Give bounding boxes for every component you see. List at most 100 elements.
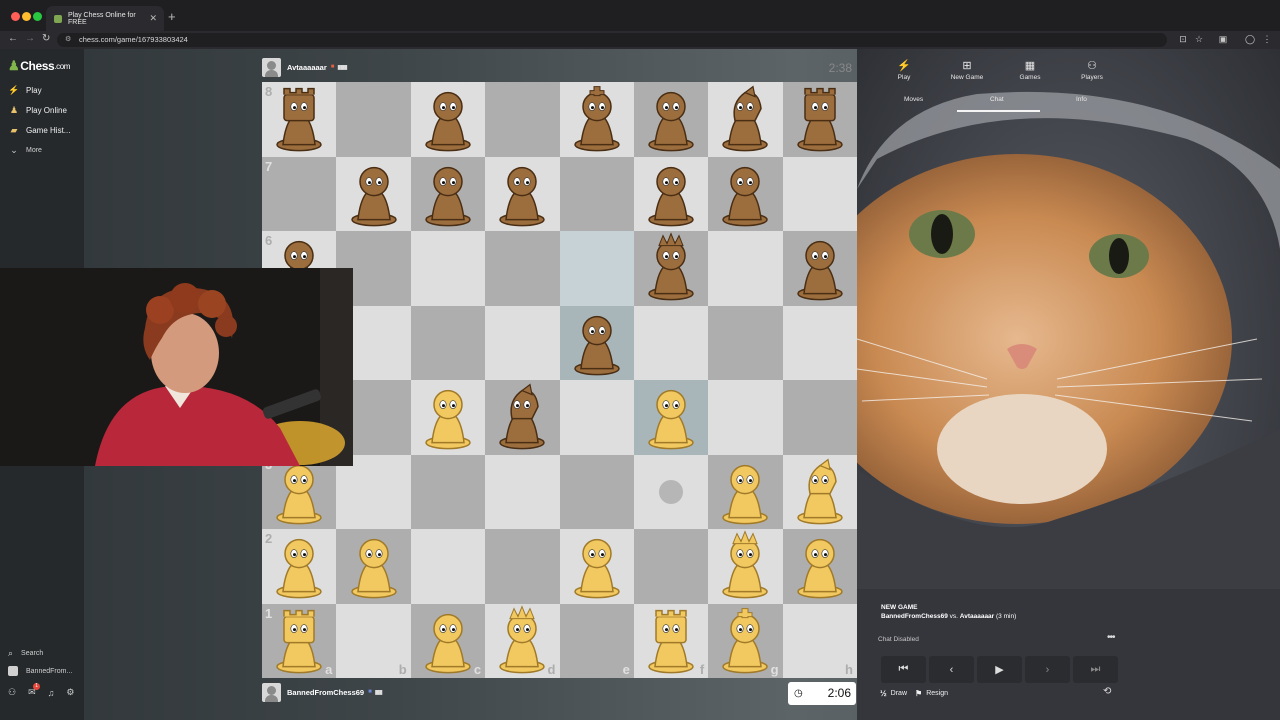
square-e2[interactable]: [559, 529, 634, 604]
square-c7[interactable]: [410, 156, 486, 231]
square-c4[interactable]: [410, 380, 486, 455]
first-move-button[interactable]: ⏮: [881, 656, 926, 683]
black-knight-piece[interactable]: [492, 381, 552, 451]
square-c5[interactable]: [410, 305, 486, 380]
square-c2[interactable]: [410, 529, 486, 604]
close-window-button[interactable]: [11, 12, 20, 21]
white-queen-piece[interactable]: [715, 530, 775, 600]
new-tab-button[interactable]: +: [168, 9, 176, 24]
square-f4[interactable]: [633, 380, 709, 455]
tab-games[interactable]: ▦ Games: [1000, 59, 1060, 81]
browser-tab[interactable]: Play Chess Online for FREE ✕: [46, 6, 164, 31]
tab-players[interactable]: ⚇ Players: [1062, 59, 1122, 81]
chess-logo[interactable]: ♟ Chess .com: [8, 58, 70, 74]
reload-icon[interactable]: ↻: [42, 33, 50, 44]
sidebar-search[interactable]: ⌕ Search: [8, 648, 43, 659]
white-pawn-piece[interactable]: [344, 530, 404, 600]
tab-chat[interactable]: Chat: [990, 96, 1004, 103]
tab-moves[interactable]: Moves: [904, 96, 923, 103]
address-bar[interactable]: ⚙ chess.com/game/167933803424: [57, 33, 1167, 47]
forward-arrow-icon[interactable]: →: [25, 33, 35, 44]
square-f7[interactable]: [633, 156, 709, 231]
square-f8[interactable]: [633, 82, 709, 157]
square-d8[interactable]: [485, 82, 560, 157]
square-c1[interactable]: c: [410, 603, 486, 678]
tab-play[interactable]: ⚡ Play: [874, 59, 934, 81]
square-d1[interactable]: d: [485, 603, 560, 678]
square-g5[interactable]: [708, 305, 783, 380]
last-move-button[interactable]: ⏭: [1073, 656, 1118, 683]
square-d6[interactable]: [485, 231, 560, 306]
black-pawn-piece[interactable]: [715, 157, 775, 227]
white-rook-piece[interactable]: [269, 604, 329, 674]
square-c3[interactable]: [410, 454, 486, 529]
square-f5[interactable]: [633, 305, 709, 380]
black-rook-piece[interactable]: [269, 83, 329, 153]
square-c8[interactable]: [410, 82, 486, 157]
avatar[interactable]: [262, 57, 281, 77]
square-f2[interactable]: [633, 529, 709, 604]
sidebar-item-play-online[interactable]: ♟ Play Online: [8, 105, 67, 116]
square-b8[interactable]: [336, 82, 411, 157]
black-knight-piece[interactable]: [715, 83, 775, 153]
square-h4[interactable]: [782, 380, 857, 455]
square-f6[interactable]: [633, 231, 709, 306]
black-pawn-piece[interactable]: [344, 157, 404, 227]
square-d4[interactable]: [485, 380, 560, 455]
black-king-piece[interactable]: [567, 83, 627, 153]
square-e7[interactable]: [559, 156, 634, 231]
move-hint-dot[interactable]: [659, 479, 684, 504]
black-pawn-piece[interactable]: [418, 83, 478, 153]
site-info-icon[interactable]: ⚙: [65, 33, 71, 47]
square-e3[interactable]: [559, 454, 634, 529]
square-h1[interactable]: h: [782, 603, 857, 678]
more-options-icon[interactable]: •••: [1107, 632, 1115, 643]
black-pawn-piece[interactable]: [641, 83, 701, 153]
square-h3[interactable]: [782, 454, 857, 529]
avatar[interactable]: [262, 682, 281, 702]
square-d7[interactable]: [485, 156, 560, 231]
square-e8[interactable]: [559, 82, 634, 157]
square-g4[interactable]: [708, 380, 783, 455]
messages-icon[interactable]: ✉ 1: [28, 683, 41, 698]
back-arrow-icon[interactable]: ←: [8, 33, 18, 44]
square-f3[interactable]: [633, 454, 709, 529]
top-player-name[interactable]: Avtaaaaaar: [287, 63, 327, 72]
white-knight-piece[interactable]: [790, 455, 850, 525]
sidebar-item-more[interactable]: ⌄ More: [8, 145, 42, 156]
zoom-window-button[interactable]: [33, 12, 42, 21]
install-app-icon[interactable]: ⊡: [1178, 34, 1188, 44]
square-h7[interactable]: [782, 156, 857, 231]
browser-menu-icon[interactable]: ⋮: [1262, 34, 1272, 44]
square-d2[interactable]: [485, 529, 560, 604]
square-d3[interactable]: [485, 454, 560, 529]
black-player[interactable]: Avtaaaaaar: [960, 613, 994, 620]
square-e1[interactable]: e: [559, 603, 634, 678]
square-e6[interactable]: [559, 231, 634, 306]
square-g1[interactable]: g: [708, 603, 783, 678]
white-pawn-piece[interactable]: [790, 530, 850, 600]
square-g3[interactable]: [708, 454, 783, 529]
white-pawn-piece[interactable]: [641, 381, 701, 451]
extensions-icon[interactable]: ▣: [1218, 34, 1228, 44]
white-rook-piece[interactable]: [641, 604, 701, 674]
white-pawn-piece[interactable]: [269, 530, 329, 600]
white-pawn-piece[interactable]: [715, 455, 775, 525]
square-g6[interactable]: [708, 231, 783, 306]
white-queen-piece[interactable]: [492, 604, 552, 674]
square-c6[interactable]: [410, 231, 486, 306]
square-h5[interactable]: [782, 305, 857, 380]
square-d5[interactable]: [485, 305, 560, 380]
white-pawn-piece[interactable]: [418, 381, 478, 451]
minimize-window-button[interactable]: [22, 12, 31, 21]
tab-new-game[interactable]: ⊞ New Game: [937, 59, 997, 81]
white-pawn-piece[interactable]: [418, 604, 478, 674]
square-e4[interactable]: [559, 380, 634, 455]
square-g8[interactable]: [708, 82, 783, 157]
bottom-player-name[interactable]: BannedFromChess69: [287, 688, 364, 697]
square-a7[interactable]: 7: [262, 156, 337, 231]
square-h6[interactable]: [782, 231, 857, 306]
square-a1[interactable]: 1a: [262, 603, 337, 678]
black-pawn-piece[interactable]: [790, 232, 850, 302]
sidebar-item-play[interactable]: ⚡ Play: [8, 85, 41, 96]
